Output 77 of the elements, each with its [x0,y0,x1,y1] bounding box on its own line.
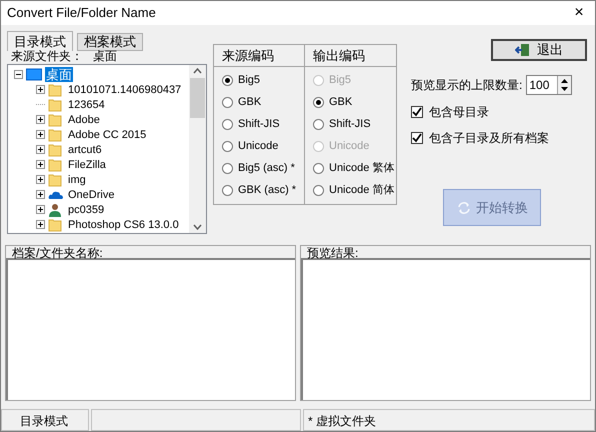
tree-item[interactable]: Photoshop CS6 13.0.0 [67,218,180,232]
radio-button[interactable] [222,75,233,86]
expand-icon[interactable] [36,205,45,214]
tree-item[interactable]: img [67,172,87,186]
expand-icon[interactable] [36,190,45,199]
tree-item[interactable]: Adobe [67,112,101,126]
radio-button[interactable] [313,185,324,196]
window-title: Convert File/Folder Name [7,4,156,22]
expand-icon[interactable] [36,130,45,139]
expand-icon[interactable] [36,85,45,94]
radio-label: Big5 [238,73,260,88]
collapse-icon[interactable] [14,70,23,79]
scroll-down-icon[interactable] [193,224,202,230]
radio-label: Shift-JIS [329,117,371,132]
column-heading: 来源编码 [214,45,305,67]
preview-limit-label: 预览显示的上限数量: [411,77,522,94]
radio-button[interactable] [313,97,324,108]
checkbox-label: 包含母目录 [429,104,489,121]
checkbox-label: 包含子目录及所有档案 [429,130,549,147]
folder-icon [48,172,64,186]
folder-icon [48,112,64,126]
folder-icon [48,158,64,172]
radio-label: Big5 [329,73,352,88]
radio-button[interactable] [313,119,324,130]
exit-door-icon [515,43,531,57]
radio-label: GBK [238,95,262,110]
checkbox[interactable] [411,106,423,118]
status-text: * 虚拟文件夹 [303,409,595,431]
tree-item[interactable]: 桌面 [45,67,73,82]
tree-item[interactable]: 123654 [67,98,106,112]
radio-label: Unicode [238,139,278,154]
spin-arrows-icon[interactable] [557,76,572,94]
radio-label: GBK [329,95,352,110]
tree-item[interactable]: 10101071.1406980437 [67,82,182,96]
mode-tab[interactable]: 档案模式 [77,33,143,51]
exit-button[interactable]: 退出 [491,39,587,61]
radio-label: Shift-JIS [238,117,280,132]
expand-icon[interactable] [36,175,45,184]
expand-icon[interactable] [36,115,45,124]
tree-item[interactable]: Adobe CC 2015 [67,128,148,142]
expand-icon[interactable] [36,220,45,229]
source-folder-label: 来源文件夹： [11,49,83,63]
radio-label: Unicode 简体 [329,183,394,198]
expand-icon[interactable] [36,145,45,154]
checkbox[interactable] [411,132,423,144]
status-text: 目录模式 [1,409,89,431]
close-button[interactable]: × [563,1,595,25]
tree-item[interactable]: artcut6 [67,142,103,156]
tree-item[interactable]: pc0359 [67,202,106,216]
folder-icon [48,128,64,142]
source-folder-value: 桌面 [93,49,117,63]
refresh-icon [456,200,472,216]
scrollbar[interactable] [189,65,206,233]
folder-icon [48,98,64,112]
folder-icon [48,142,64,156]
radio-button[interactable] [222,163,233,174]
scroll-up-icon[interactable] [193,68,202,74]
radio-button[interactable] [222,119,233,130]
radio-button[interactable] [222,97,233,108]
monitor-icon [26,68,42,82]
radio-label: GBK (asc) * [238,183,296,198]
user-icon [48,202,64,216]
scrollbar-thumb[interactable] [190,78,205,118]
expand-icon[interactable] [36,160,45,169]
radio-label: Unicode [329,139,370,154]
mode-tab[interactable]: 目录模式 [7,31,73,51]
folder-icon [48,82,64,96]
folder-icon [48,218,64,232]
tree-item[interactable]: OneDrive [67,188,116,202]
radio-button[interactable] [222,141,233,152]
column-heading: 输出编码 [305,45,396,67]
radio-label: Big5 (asc) * [238,161,295,176]
radio-button[interactable] [222,185,233,196]
radio-label: Unicode 繁体 [329,161,394,176]
number-spinner[interactable]: 100 [526,75,572,95]
radio-button[interactable] [313,163,324,174]
tree-item[interactable]: FileZilla [67,158,107,172]
